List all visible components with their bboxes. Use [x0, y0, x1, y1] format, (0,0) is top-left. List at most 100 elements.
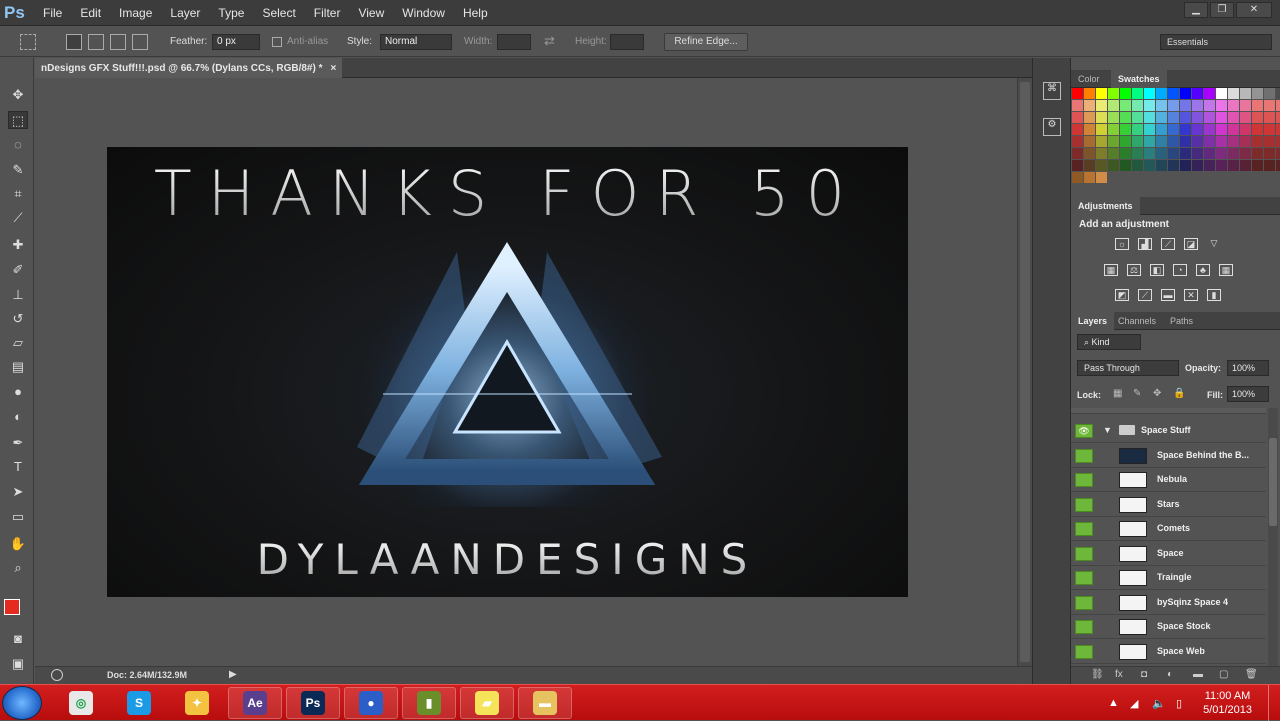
delete-layer-icon[interactable]: 🗑 [1245, 669, 1258, 680]
network-icon[interactable]: ◢ [1130, 697, 1138, 710]
visibility-eye-icon[interactable] [1075, 596, 1093, 610]
menu-layer[interactable]: Layer [161, 0, 209, 26]
layer-row[interactable]: Nebula [1071, 468, 1266, 492]
tab-paths[interactable]: Paths [1163, 312, 1200, 330]
swatch[interactable] [1072, 100, 1083, 111]
menu-window[interactable]: Window [393, 0, 454, 26]
style-select[interactable]: Normal [380, 34, 452, 50]
swatch[interactable] [1096, 124, 1107, 135]
swatch[interactable] [1228, 160, 1239, 171]
quick-selection-icon[interactable]: ✎ [8, 161, 28, 179]
swatch[interactable] [1072, 124, 1083, 135]
zoom-tool-icon[interactable]: ⌕ [8, 559, 28, 577]
show-hidden-icons-icon[interactable]: ▲ [1108, 697, 1119, 709]
tab-adjustments[interactable]: Adjustments [1071, 197, 1140, 215]
swatch[interactable] [1192, 124, 1203, 135]
start-button[interactable] [2, 686, 42, 720]
swatch[interactable] [1264, 160, 1275, 171]
height-input[interactable] [610, 34, 644, 50]
swatch[interactable] [1132, 172, 1143, 183]
swatch[interactable] [1240, 124, 1251, 135]
swatch[interactable] [1216, 100, 1227, 111]
clone-stamp-icon[interactable]: ⊥ [8, 286, 28, 304]
swatch[interactable] [1120, 148, 1131, 159]
battery-icon[interactable]: ▯ [1176, 697, 1182, 710]
swatch[interactable] [1108, 112, 1119, 123]
swatch[interactable] [1252, 172, 1263, 183]
swatch[interactable] [1168, 172, 1179, 183]
swatch[interactable] [1108, 124, 1119, 135]
swatch[interactable] [1144, 136, 1155, 147]
taskbar-explorer-icon[interactable]: ▬ [518, 687, 572, 719]
swatch[interactable] [1276, 88, 1280, 99]
swatch[interactable] [1084, 100, 1095, 111]
swatch[interactable] [1168, 124, 1179, 135]
swatch[interactable] [1084, 124, 1095, 135]
close-button[interactable]: ✕ [1236, 2, 1272, 18]
swatch[interactable] [1144, 124, 1155, 135]
layer-row[interactable]: bySqinz Space 4 [1071, 591, 1266, 615]
swatch[interactable] [1204, 172, 1215, 183]
swatch[interactable] [1192, 172, 1203, 183]
swatch[interactable] [1144, 160, 1155, 171]
swatch[interactable] [1132, 112, 1143, 123]
swatch[interactable] [1228, 112, 1239, 123]
properties-panel-icon[interactable]: ⚙ [1043, 118, 1061, 136]
healing-brush-icon[interactable]: ✚ [8, 236, 28, 254]
gradient-tool-icon[interactable]: ▤ [8, 358, 28, 376]
swatch[interactable] [1228, 136, 1239, 147]
swatch[interactable] [1084, 112, 1095, 123]
swatch[interactable] [1096, 172, 1107, 183]
zoom-status-icon[interactable] [51, 669, 63, 681]
swatch[interactable] [1120, 124, 1131, 135]
swatch[interactable] [1276, 112, 1280, 123]
swatch[interactable] [1120, 172, 1131, 183]
swatch[interactable] [1084, 148, 1095, 159]
swatch[interactable] [1240, 112, 1251, 123]
layer-row[interactable]: Space Web [1071, 640, 1266, 664]
swatch[interactable] [1228, 124, 1239, 135]
swatch[interactable] [1252, 100, 1263, 111]
swatch[interactable] [1072, 112, 1083, 123]
swatch[interactable] [1156, 100, 1167, 111]
foreground-color-swatch[interactable] [4, 599, 20, 615]
swatch[interactable] [1072, 172, 1083, 183]
visibility-eye-icon[interactable] [1075, 547, 1093, 561]
swatch[interactable] [1108, 148, 1119, 159]
system-clock[interactable]: 11:00 AM 5/01/2013 [1203, 689, 1252, 717]
swatch[interactable] [1084, 88, 1095, 99]
taskbar-chrome-icon[interactable]: ◎ [54, 687, 108, 719]
swatches-grid[interactable] [1072, 88, 1280, 183]
swatch[interactable] [1168, 148, 1179, 159]
swatch[interactable] [1168, 136, 1179, 147]
swatch[interactable] [1144, 172, 1155, 183]
swatch[interactable] [1120, 88, 1131, 99]
subtract-selection-icon[interactable] [110, 34, 126, 50]
artwork-canvas[interactable]: THANKS FOR 50 DYLAANDESIGNS [107, 147, 908, 597]
swatch[interactable] [1108, 172, 1119, 183]
swatch[interactable] [1180, 172, 1191, 183]
workspace-select[interactable]: Essentials [1160, 34, 1272, 50]
crop-tool-icon[interactable]: ⌗ [8, 185, 28, 203]
taskbar-skype-icon[interactable]: S [112, 687, 166, 719]
swatch[interactable] [1108, 88, 1119, 99]
swatch[interactable] [1276, 124, 1280, 135]
swatch[interactable] [1192, 136, 1203, 147]
curves-adjust-icon[interactable]: ⟋ [1161, 238, 1175, 250]
swatch[interactable] [1252, 124, 1263, 135]
vertical-scrollbar[interactable] [1017, 78, 1032, 666]
menu-filter[interactable]: Filter [305, 0, 350, 26]
swatch[interactable] [1192, 88, 1203, 99]
swatch[interactable] [1180, 100, 1191, 111]
layer-row[interactable]: Space Behind the B... [1071, 444, 1266, 468]
scrollbar-thumb[interactable] [1020, 82, 1030, 662]
swatch[interactable] [1156, 148, 1167, 159]
swatch[interactable] [1216, 148, 1227, 159]
new-group-icon[interactable]: ▬ [1193, 669, 1203, 680]
swatch[interactable] [1156, 136, 1167, 147]
swatch[interactable] [1132, 160, 1143, 171]
invert-adjust-icon[interactable]: ◩ [1115, 289, 1129, 301]
opacity-input[interactable]: 100% [1227, 360, 1269, 376]
layer-mask-icon[interactable]: ◘ [1141, 669, 1147, 680]
swatch[interactable] [1180, 136, 1191, 147]
